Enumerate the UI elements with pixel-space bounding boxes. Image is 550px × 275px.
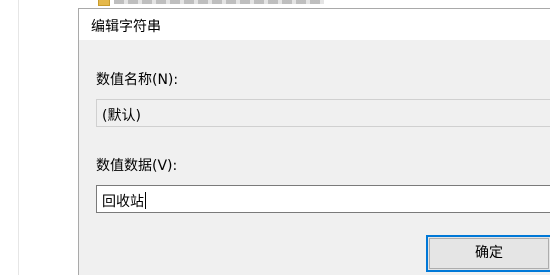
ok-button[interactable]: 确定 [426,235,550,272]
value-data-text: 回收站 [102,191,146,211]
background-list-text [114,0,324,4]
value-data-value: 回收站 [102,194,144,210]
background-window [0,0,78,275]
folder-icon [98,0,110,6]
value-data-label: 数值数据(V): [96,158,178,174]
value-name-text: (默认) [102,108,141,124]
value-name-label: 数值名称(N): [96,72,179,88]
dialog-titlebar[interactable]: 编辑字符串 [79,9,550,40]
value-data-input[interactable]: 回收站 [96,185,550,213]
edit-string-dialog: 编辑字符串 数值名称(N): (默认) 数值数据(V): 回收站 确定 [78,8,550,275]
ok-button-label: 确定 [475,245,503,261]
background-list-strip [78,0,550,8]
dialog-title: 编辑字符串 [91,19,161,35]
background-divider [18,0,19,275]
value-name-field[interactable]: (默认) [96,99,550,127]
text-caret [145,192,146,209]
